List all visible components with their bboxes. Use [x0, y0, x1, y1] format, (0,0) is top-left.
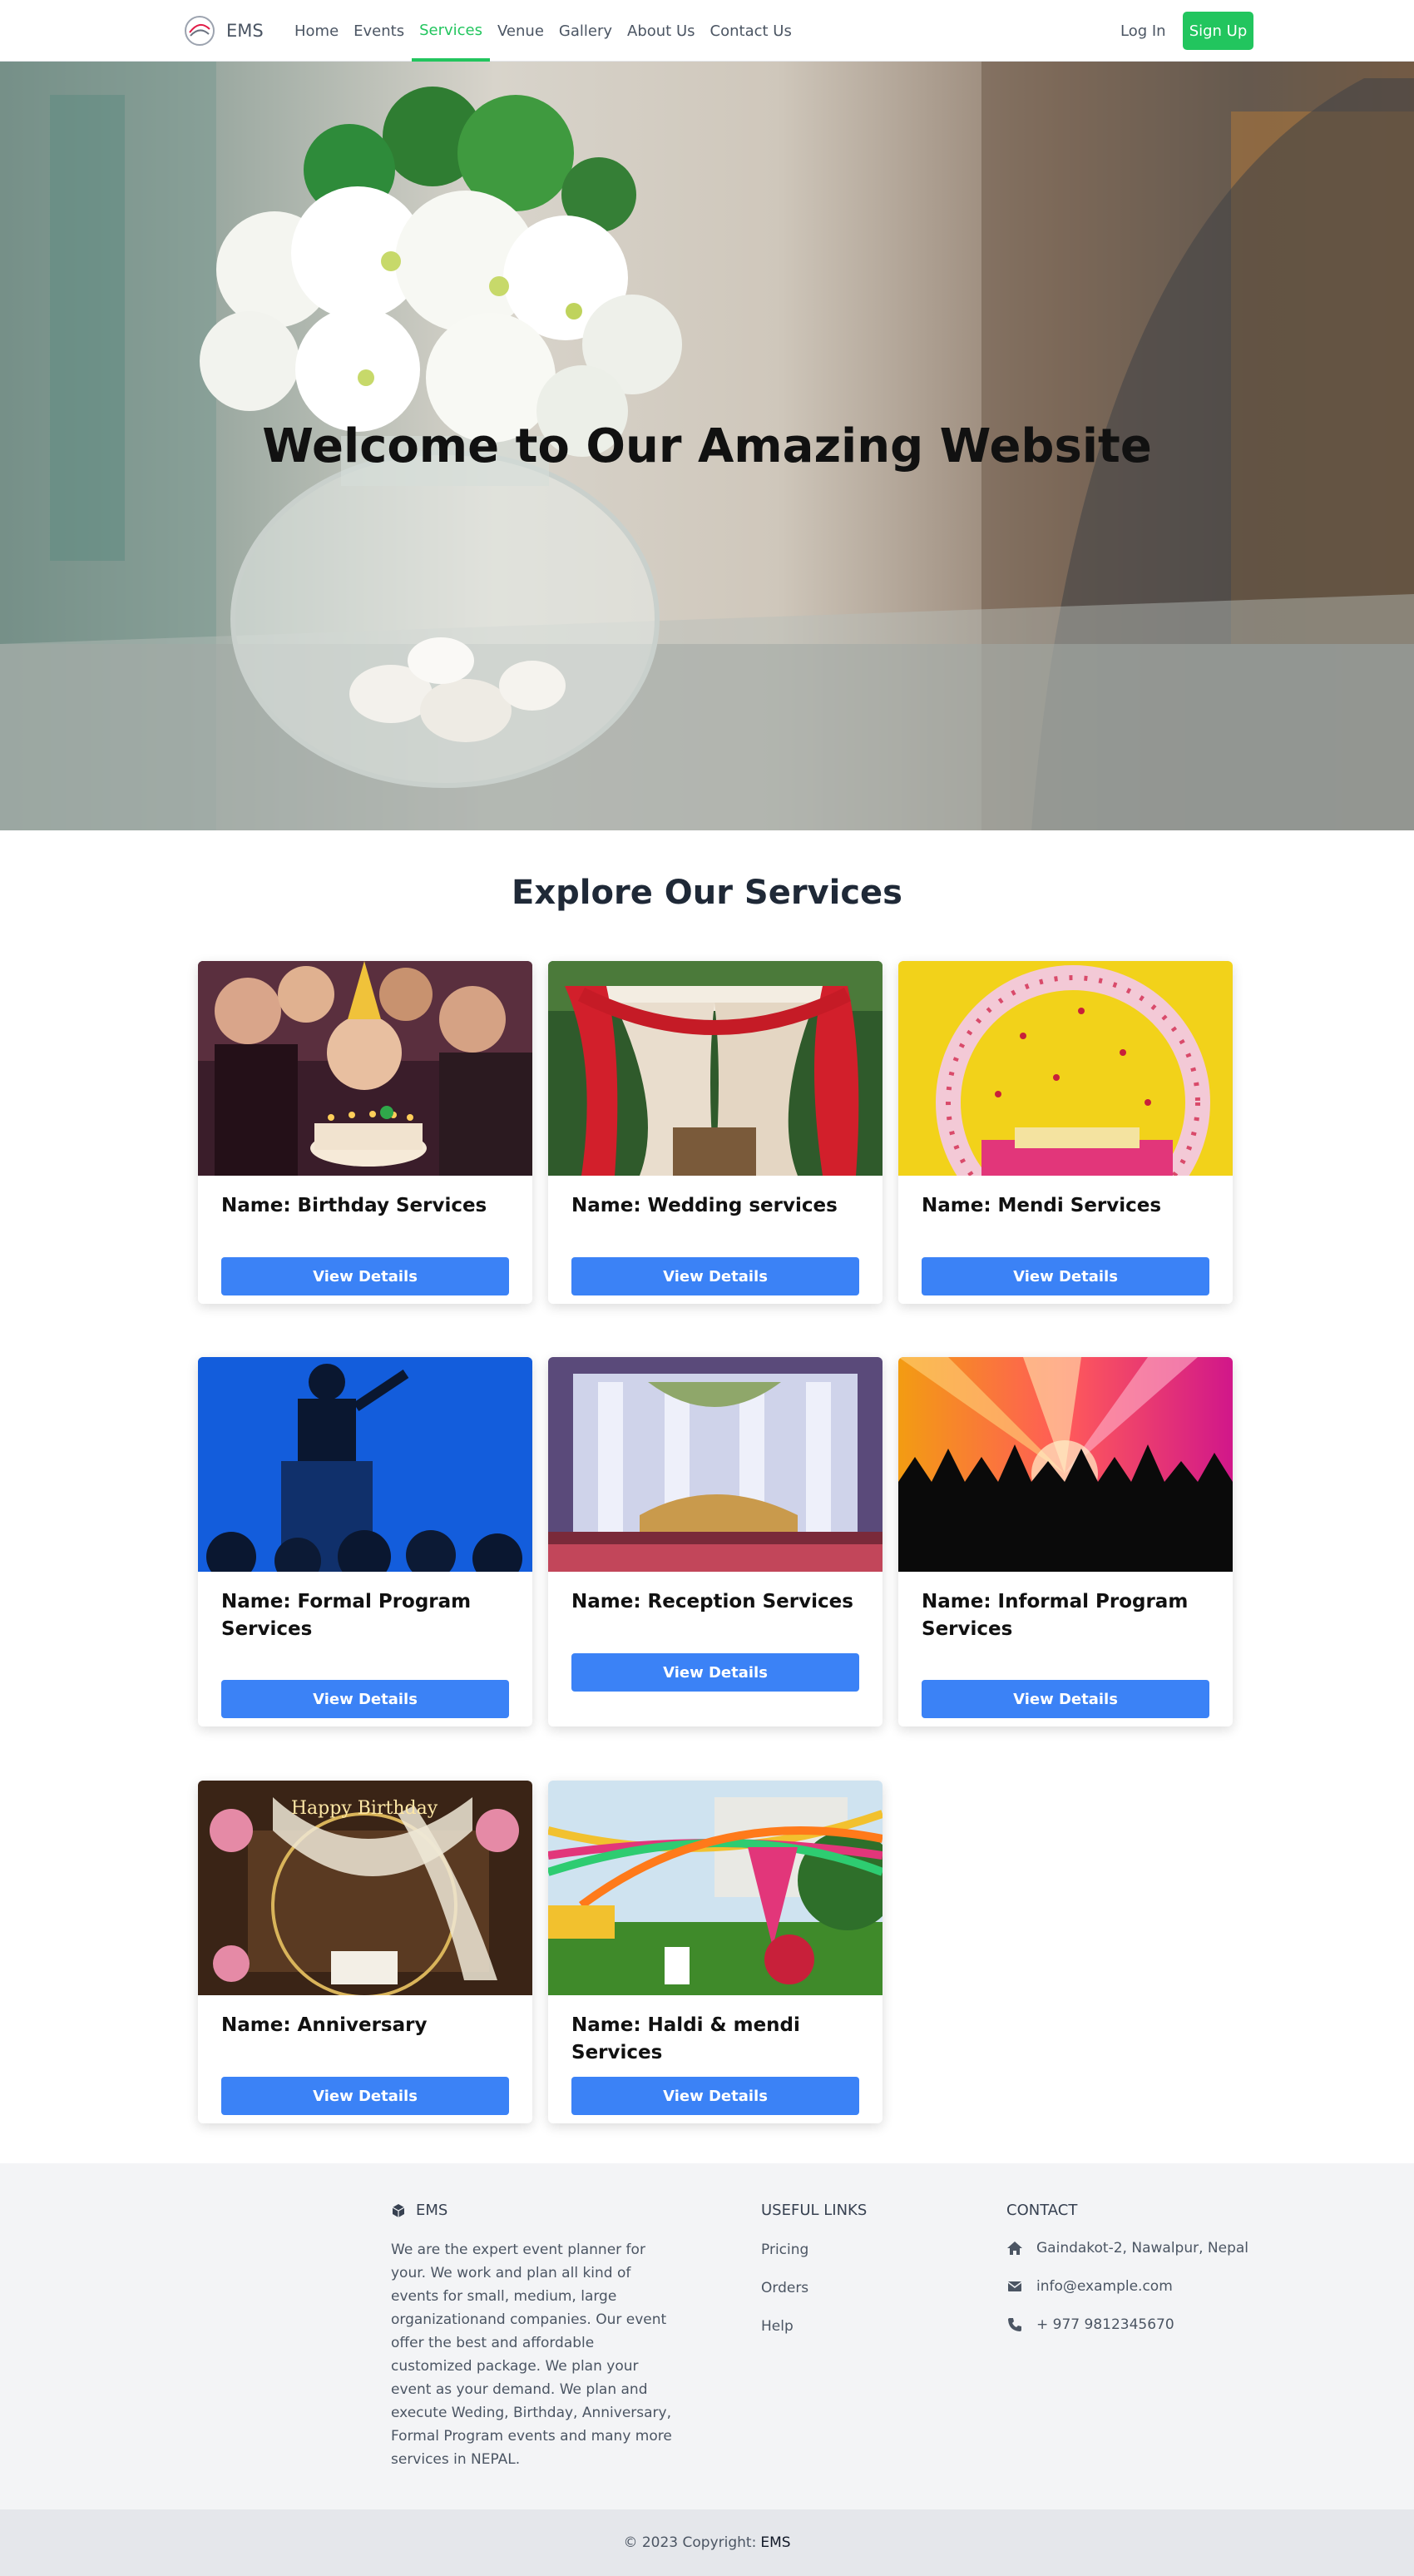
service-card-wedding: Name: Wedding services View Details [548, 961, 883, 1304]
contact-phone: + 977 9812345670 [1006, 2316, 1174, 2333]
signup-button[interactable]: Sign Up [1183, 12, 1253, 50]
brand-name: EMS [226, 21, 264, 41]
nav-venue[interactable]: Venue [490, 0, 551, 62]
wedding-mandap-photo [548, 961, 883, 1176]
service-card-haldi-mendi: Name: Haldi & mendi Services View Detail… [548, 1781, 883, 2123]
hero-banner: Welcome to Our Amazing Website [0, 62, 1414, 830]
phone-icon [1008, 2318, 1021, 2331]
view-details-button[interactable]: View Details [571, 1653, 859, 1692]
footer: EMS We are the expert event planner for … [0, 2163, 1414, 2509]
service-card-name: Name: Haldi & mendi Services [571, 2014, 800, 2063]
concert-crowd-photo [898, 1357, 1233, 1572]
contact-address: Gaindakot-2, Nawalpur, Nepal [1006, 2240, 1248, 2256]
mendi-stage-photo [898, 961, 1233, 1176]
footer-link-orders[interactable]: Orders [761, 2280, 808, 2296]
nav-links: Home Events Services Venue Gallery About… [287, 0, 799, 62]
nav-contact-us[interactable]: Contact Us [703, 0, 799, 62]
view-details-button[interactable]: View Details [571, 2077, 859, 2115]
logo-icon [185, 16, 215, 46]
haldi-garden-photo [548, 1781, 883, 1995]
service-card-name: Name: Wedding services [571, 1195, 838, 1216]
view-details-button[interactable]: View Details [221, 2077, 509, 2115]
envelope-icon [1007, 2281, 1022, 2291]
service-card-informal-program: Name: Informal Program Services View Det… [898, 1357, 1233, 1726]
navbar: EMS Home Events Services Venue Gallery A… [0, 0, 1414, 62]
contact-heading: CONTACT [1006, 2202, 1078, 2219]
gem-icon [392, 2203, 405, 2217]
reception-stage-photo [548, 1357, 883, 1572]
nav-services[interactable]: Services [412, 0, 491, 62]
anniversary-decor-photo: Happy Birthday [198, 1781, 532, 1995]
svg-text:Happy Birthday: Happy Birthday [291, 1798, 438, 1819]
hero-title: Welcome to Our Amazing Website [262, 419, 1152, 473]
services-section-title: Explore Our Services [512, 874, 902, 912]
footer-brand: EMS [391, 2202, 447, 2219]
service-card-anniversary: Happy Birthday Name: Anniversary View De… [198, 1781, 532, 2123]
contact-address-text: Gaindakot-2, Nawalpur, Nepal [1036, 2240, 1249, 2256]
nav-gallery[interactable]: Gallery [551, 0, 620, 62]
footer-about-text: We are the expert event planner for your… [391, 2242, 672, 2468]
useful-links-heading: USEFUL LINKS [761, 2202, 868, 2219]
contact-phone-text[interactable]: + 977 9812345670 [1036, 2316, 1174, 2333]
brand-link[interactable]: EMS [183, 13, 264, 48]
view-details-button[interactable]: View Details [571, 1257, 859, 1295]
view-details-button[interactable]: View Details [221, 1680, 509, 1718]
copyright-text: © 2023 Copyright: [623, 2534, 757, 2551]
contact-email-text[interactable]: info@example.com [1036, 2278, 1173, 2295]
service-card-name: Name: Reception Services [571, 1591, 853, 1612]
service-card-name: Name: Formal Program Services [221, 1591, 472, 1640]
footer-link-help[interactable]: Help [761, 2318, 794, 2335]
view-details-button[interactable]: View Details [922, 1257, 1209, 1295]
service-card-name: Name: Mendi Services [922, 1195, 1162, 1216]
nav-home[interactable]: Home [287, 0, 346, 62]
nav-events[interactable]: Events [346, 0, 412, 62]
nav-about-us[interactable]: About Us [620, 0, 703, 62]
service-card-name: Name: Informal Program Services [922, 1591, 1189, 1640]
service-card-name: Name: Birthday Services [221, 1195, 487, 1216]
footer-link-pricing[interactable]: Pricing [761, 2242, 808, 2258]
service-card-name: Name: Anniversary [221, 2014, 428, 2036]
login-button[interactable]: Log In [1110, 12, 1176, 50]
home-icon [1007, 2242, 1022, 2255]
service-card-mendi: Name: Mendi Services View Details [898, 961, 1233, 1304]
view-details-button[interactable]: View Details [221, 1257, 509, 1295]
contact-email: info@example.com [1006, 2278, 1173, 2295]
birthday-party-photo [198, 961, 532, 1176]
copyright-brand-link[interactable]: EMS [760, 2534, 790, 2551]
service-card-formal-program: Name: Formal Program Services View Detai… [198, 1357, 532, 1726]
service-card-reception: Name: Reception Services View Details [548, 1357, 883, 1726]
copyright-bar: © 2023 Copyright: EMS [0, 2509, 1414, 2576]
formal-program-photo [198, 1357, 532, 1572]
view-details-button[interactable]: View Details [922, 1680, 1209, 1718]
footer-brand-name: EMS [416, 2202, 448, 2219]
service-card-birthday: Name: Birthday Services View Details [198, 961, 532, 1304]
